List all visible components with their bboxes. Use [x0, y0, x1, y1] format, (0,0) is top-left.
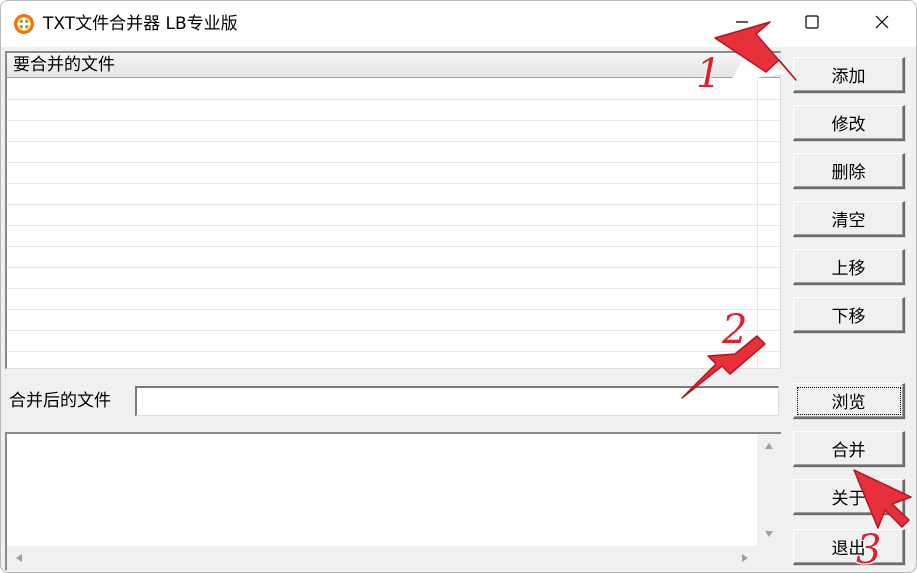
clear-button[interactable]: 清空	[793, 201, 905, 237]
maximize-button[interactable]	[777, 1, 847, 47]
exit-button[interactable]: 退出	[793, 529, 905, 565]
column-gridline	[757, 79, 758, 368]
triangle-down-icon	[764, 524, 774, 544]
file-list-rows[interactable]	[7, 79, 780, 368]
maximize-icon	[803, 13, 821, 36]
step-3-number: 3	[856, 527, 882, 573]
minimize-icon	[733, 13, 751, 36]
scrollbar-corner	[757, 546, 781, 570]
scroll-left-arrow[interactable]	[7, 546, 31, 570]
scroll-down-arrow[interactable]	[757, 522, 781, 546]
triangle-up-icon	[764, 436, 774, 456]
merge-button[interactable]: 合并	[793, 431, 905, 467]
delete-button[interactable]: 删除	[793, 153, 905, 189]
log-textbox[interactable]	[7, 434, 757, 546]
triangle-left-icon	[14, 548, 24, 568]
app-logo-icon	[13, 13, 35, 35]
scroll-up-arrow[interactable]	[757, 434, 781, 458]
column-divider	[758, 53, 759, 78]
file-list-header[interactable]: 要合并的文件	[7, 53, 780, 78]
title-bar[interactable]: TXT文件合并器 LB专业版	[1, 1, 916, 47]
merged-file-input[interactable]	[135, 386, 779, 416]
about-button[interactable]: 关于	[793, 479, 905, 515]
horizontal-scrollbar[interactable]	[7, 546, 757, 570]
close-button[interactable]	[847, 1, 916, 47]
main-window: TXT文件合并器 LB专业版 要合并的文件 添加 修改 删除 清空 上移 下移 …	[0, 0, 917, 573]
close-icon	[873, 13, 891, 36]
window-title: TXT文件合并器 LB专业版	[43, 14, 238, 34]
triangle-right-icon	[740, 548, 750, 568]
vertical-scrollbar[interactable]	[757, 434, 781, 546]
add-button[interactable]: 添加	[793, 57, 905, 93]
scroll-right-arrow[interactable]	[733, 546, 757, 570]
move-up-button[interactable]: 上移	[793, 249, 905, 285]
log-area	[5, 432, 781, 570]
step-1-number: 1	[696, 51, 722, 97]
browse-button[interactable]: 浏览	[793, 383, 905, 419]
move-down-button[interactable]: 下移	[793, 297, 905, 333]
merged-file-label: 合并后的文件	[9, 391, 111, 411]
edit-button[interactable]: 修改	[793, 105, 905, 141]
step-2-number: 2	[722, 307, 748, 353]
minimize-button[interactable]	[707, 1, 777, 47]
file-list[interactable]: 要合并的文件	[5, 51, 781, 369]
file-list-column-header[interactable]: 要合并的文件	[7, 54, 115, 76]
